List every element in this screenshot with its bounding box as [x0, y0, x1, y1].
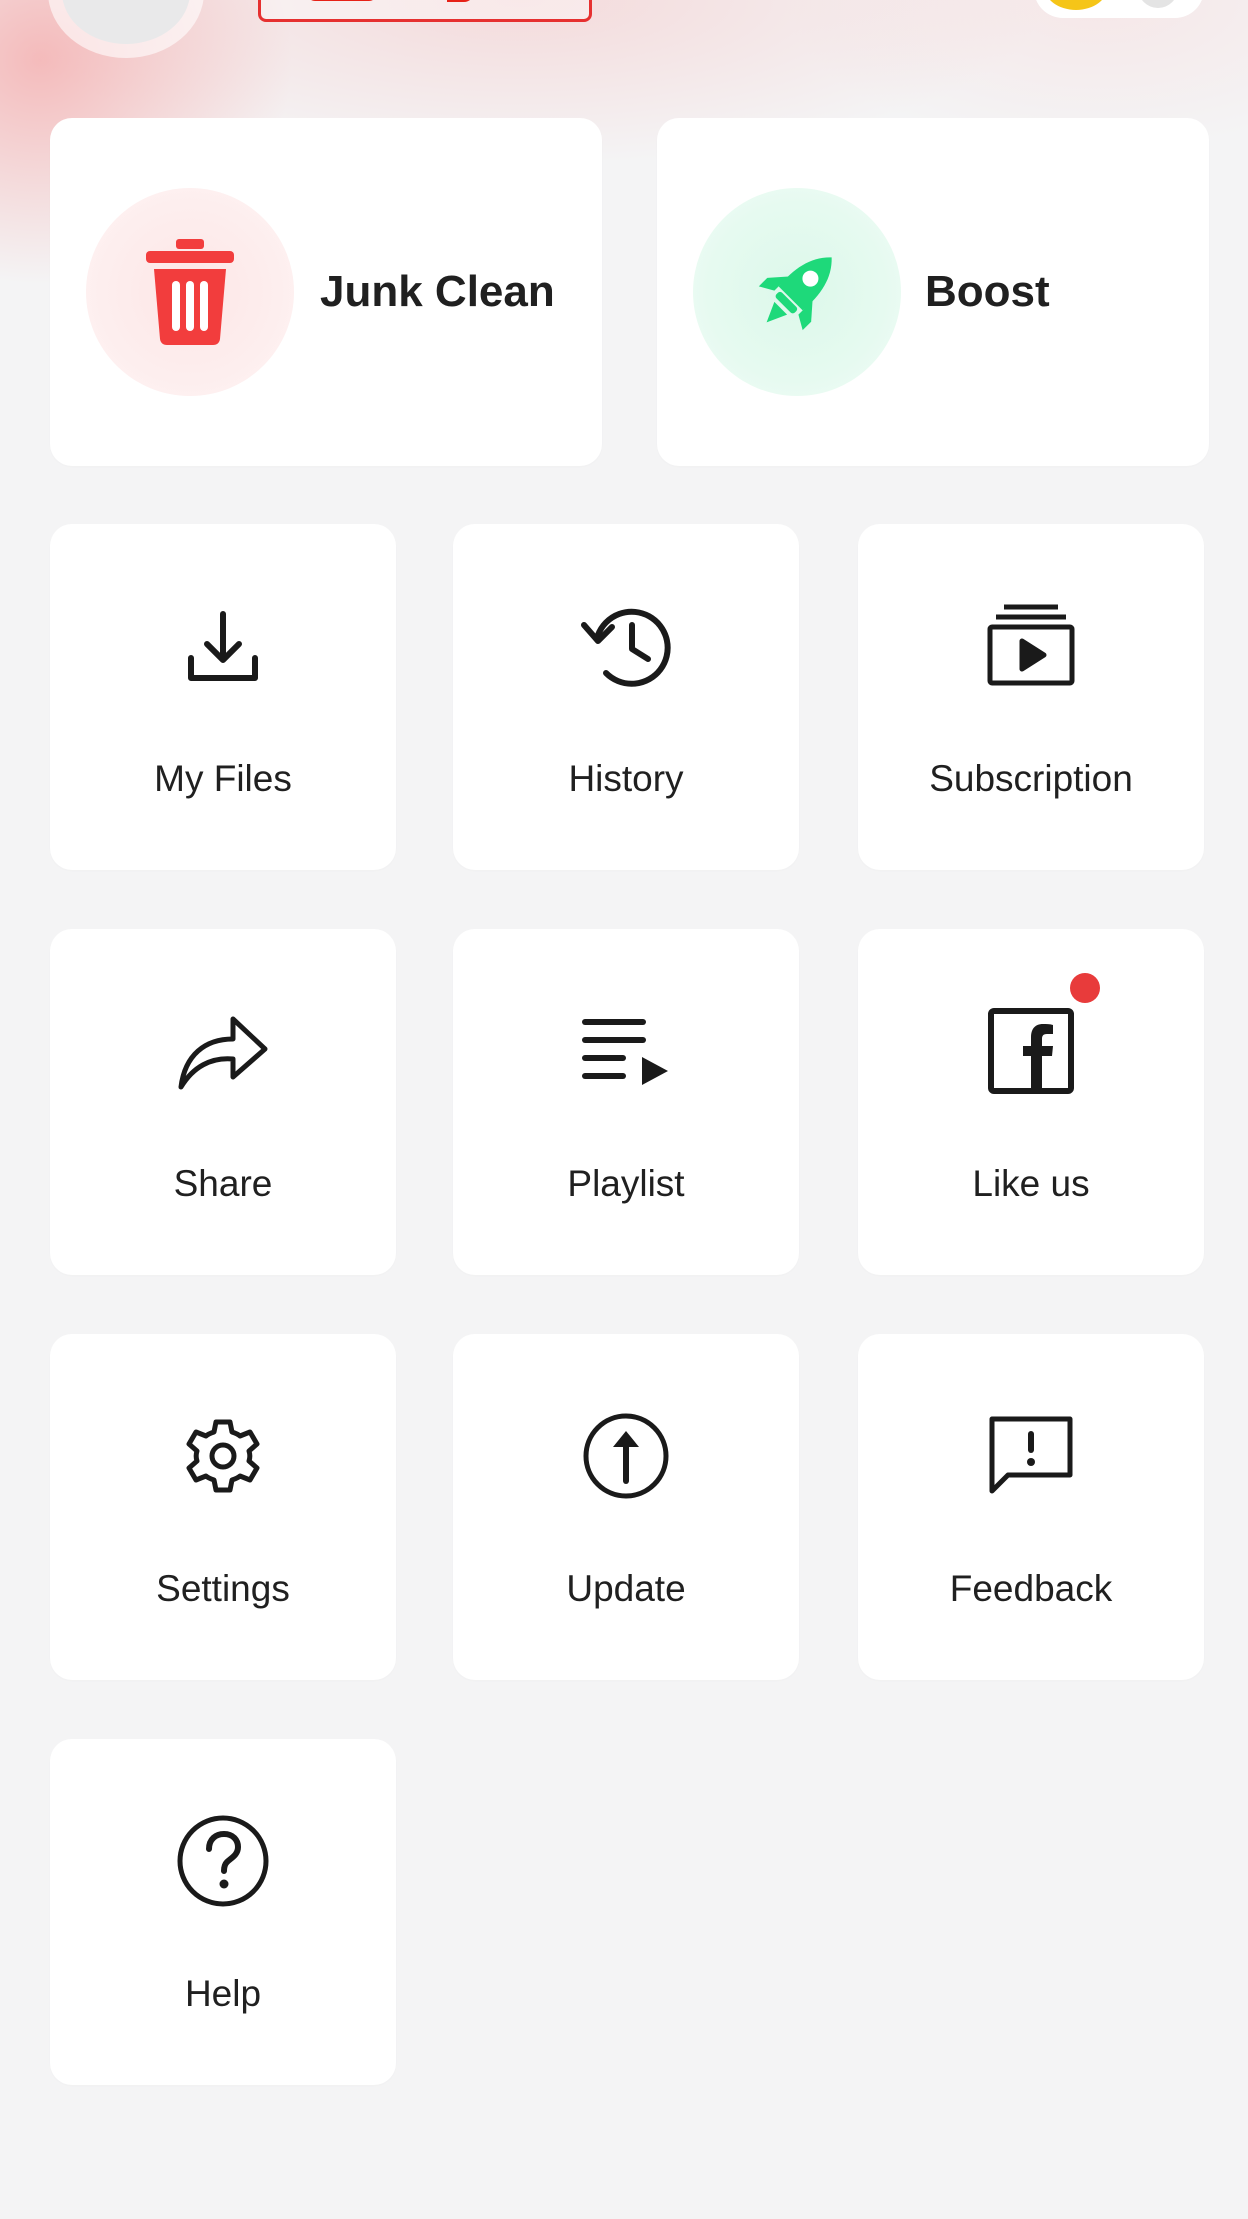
- settings-tile[interactable]: Settings: [50, 1334, 396, 1680]
- junk-clean-icon-circle: [86, 188, 294, 396]
- boost-icon-circle: [693, 188, 901, 396]
- logo-letter-icon: [447, 0, 474, 2]
- junk-clean-label: Junk Clean: [320, 267, 555, 316]
- playlist-label: Playlist: [567, 1163, 685, 1204]
- feedback-tile[interactable]: Feedback: [858, 1334, 1204, 1680]
- help-tile[interactable]: Help: [50, 1739, 396, 2085]
- my-files-tile[interactable]: My Files: [50, 524, 396, 870]
- trash-icon: [146, 239, 234, 345]
- share-tile[interactable]: Share: [50, 929, 396, 1275]
- like-us-tile[interactable]: Like us: [858, 929, 1204, 1275]
- avatar[interactable]: [62, 0, 190, 44]
- feedback-icon: [989, 1416, 1073, 1494]
- boost-card[interactable]: Boost: [657, 118, 1209, 466]
- update-label: Update: [566, 1568, 686, 1609]
- my-files-label: My Files: [154, 758, 292, 799]
- settings-label: Settings: [156, 1568, 290, 1609]
- notification-badge: [1070, 973, 1100, 1003]
- help-label: Help: [184, 1973, 262, 2014]
- history-label: History: [568, 758, 684, 799]
- gear-icon: [186, 1419, 260, 1493]
- header-toggle[interactable]: [1034, 0, 1204, 18]
- coin-icon: [1044, 0, 1108, 10]
- like-us-label: Like us: [972, 1163, 1090, 1204]
- help-icon: [177, 1815, 269, 1907]
- subscription-label: Subscription: [929, 758, 1133, 799]
- share-label: Share: [173, 1163, 273, 1204]
- junk-clean-card[interactable]: Junk Clean: [50, 118, 602, 466]
- toggle-knob: [1138, 0, 1178, 8]
- logo-mark-icon: [307, 0, 377, 1]
- history-tile[interactable]: History: [453, 524, 799, 870]
- playlist-icon: [582, 1019, 668, 1085]
- history-icon: [581, 608, 671, 687]
- feedback-label: Feedback: [949, 1568, 1113, 1609]
- playlist-tile[interactable]: Playlist: [453, 929, 799, 1275]
- update-tile[interactable]: Update: [453, 1334, 799, 1680]
- boost-label: Boost: [925, 267, 1050, 316]
- subscription-tile[interactable]: Subscription: [858, 524, 1204, 870]
- update-icon: [583, 1413, 669, 1499]
- facebook-icon: [988, 1008, 1074, 1094]
- subscription-icon: [987, 604, 1075, 686]
- app-logo: [258, 0, 592, 22]
- share-icon: [178, 1016, 268, 1090]
- rocket-icon: [758, 257, 832, 331]
- download-icon: [188, 611, 258, 681]
